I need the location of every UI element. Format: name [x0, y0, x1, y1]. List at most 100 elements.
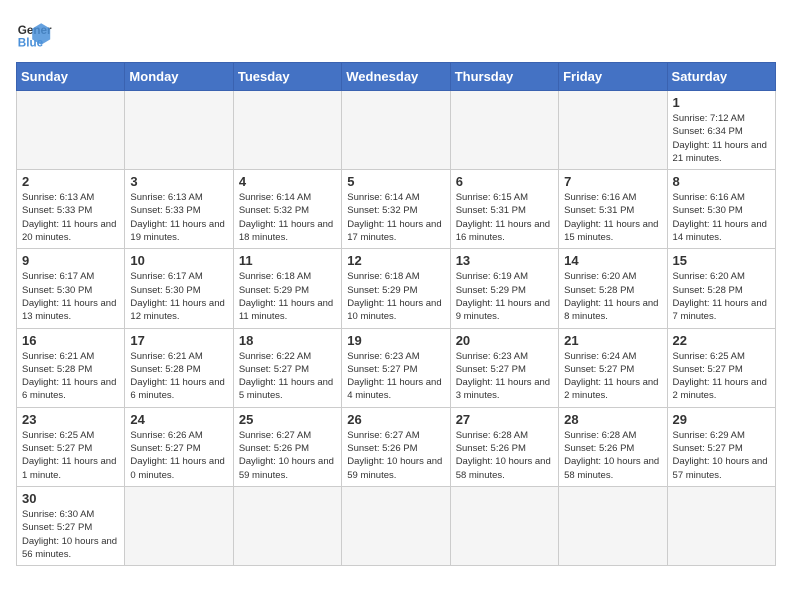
day-info: Sunrise: 6:28 AM Sunset: 5:26 PM Dayligh… [564, 429, 661, 482]
day-info: Sunrise: 6:21 AM Sunset: 5:28 PM Dayligh… [22, 350, 119, 403]
day-info: Sunrise: 6:22 AM Sunset: 5:27 PM Dayligh… [239, 350, 336, 403]
calendar-cell: 6Sunrise: 6:15 AM Sunset: 5:31 PM Daylig… [450, 170, 558, 249]
calendar-cell: 10 Sunrise: 6:17 AM Sunset: 5:30 PM Dayli… [125, 249, 233, 328]
calendar-cell: 28 Sunrise: 6:28 AM Sunset: 5:26 PM Dayli… [559, 407, 667, 486]
calendar-cell [450, 91, 558, 170]
day-info: Sunrise: 6:13 AM Sunset: 5:33 PM Dayligh… [130, 191, 227, 244]
day-number: 17 [130, 333, 227, 348]
day-number: 18 [239, 333, 336, 348]
day-number: 15 [673, 253, 770, 268]
day-info: Sunrise: 6:26 AM Sunset: 5:27 PM Dayligh… [130, 429, 227, 482]
weekday-header-wednesday: Wednesday [342, 63, 450, 91]
calendar-cell: 25 Sunrise: 6:27 AM Sunset: 5:26 PM Dayli… [233, 407, 341, 486]
day-info: Sunrise: 6:28 AM Sunset: 5:26 PM Dayligh… [456, 429, 553, 482]
day-info: Sunrise: 6:16 AM Sunset: 5:30 PM Dayligh… [673, 191, 770, 244]
day-info: Sunrise: 6:29 AM Sunset: 5:27 PM Dayligh… [673, 429, 770, 482]
calendar-cell: 4 Sunrise: 6:14 AM Sunset: 5:32 PM Daylig… [233, 170, 341, 249]
day-number: 3 [130, 174, 227, 189]
calendar-cell [233, 91, 341, 170]
day-info: Sunrise: 6:18 AM Sunset: 5:29 PM Dayligh… [347, 270, 444, 323]
calendar-cell: 29Sunrise: 6:29 AM Sunset: 5:27 PM Dayli… [667, 407, 775, 486]
calendar-cell [667, 486, 775, 565]
day-number: 2 [22, 174, 119, 189]
day-number: 16 [22, 333, 119, 348]
calendar-cell: 2 Sunrise: 6:13 AM Sunset: 5:33 PM Daylig… [17, 170, 125, 249]
day-number: 12 [347, 253, 444, 268]
day-info: Sunrise: 6:27 AM Sunset: 5:26 PM Dayligh… [347, 429, 444, 482]
day-number: 23 [22, 412, 119, 427]
day-info: Sunrise: 6:23 AM Sunset: 5:27 PM Dayligh… [456, 350, 553, 403]
calendar-week-1: 1Sunrise: 7:12 AM Sunset: 6:34 PM Daylig… [17, 91, 776, 170]
day-number: 5 [347, 174, 444, 189]
day-number: 20 [456, 333, 553, 348]
day-info: Sunrise: 6:17 AM Sunset: 5:30 PM Dayligh… [22, 270, 119, 323]
day-info: Sunrise: 6:24 AM Sunset: 5:27 PM Dayligh… [564, 350, 661, 403]
day-number: 28 [564, 412, 661, 427]
day-info: Sunrise: 6:16 AM Sunset: 5:31 PM Dayligh… [564, 191, 661, 244]
day-number: 1 [673, 95, 770, 110]
day-number: 7 [564, 174, 661, 189]
calendar-cell: 9Sunrise: 6:17 AM Sunset: 5:30 PM Daylig… [17, 249, 125, 328]
calendar-cell: 1Sunrise: 7:12 AM Sunset: 6:34 PM Daylig… [667, 91, 775, 170]
calendar-week-2: 2 Sunrise: 6:13 AM Sunset: 5:33 PM Daylig… [17, 170, 776, 249]
day-info: Sunrise: 6:20 AM Sunset: 5:28 PM Dayligh… [673, 270, 770, 323]
day-number: 14 [564, 253, 661, 268]
day-info: Sunrise: 6:25 AM Sunset: 5:27 PM Dayligh… [22, 429, 119, 482]
calendar-cell: 27Sunrise: 6:28 AM Sunset: 5:26 PM Dayli… [450, 407, 558, 486]
weekday-header-monday: Monday [125, 63, 233, 91]
day-number: 25 [239, 412, 336, 427]
calendar-cell: 21 Sunrise: 6:24 AM Sunset: 5:27 PM Dayli… [559, 328, 667, 407]
calendar-week-5: 23 Sunrise: 6:25 AM Sunset: 5:27 PM Dayli… [17, 407, 776, 486]
day-info: Sunrise: 6:14 AM Sunset: 5:32 PM Dayligh… [347, 191, 444, 244]
day-info: Sunrise: 6:13 AM Sunset: 5:33 PM Dayligh… [22, 191, 119, 244]
calendar-cell [559, 91, 667, 170]
day-number: 21 [564, 333, 661, 348]
header: General Blue [16, 16, 776, 52]
calendar-cell [125, 91, 233, 170]
day-info: Sunrise: 6:14 AM Sunset: 5:32 PM Dayligh… [239, 191, 336, 244]
logo-icon: General Blue [16, 16, 52, 52]
calendar-cell: 17 Sunrise: 6:21 AM Sunset: 5:28 PM Dayli… [125, 328, 233, 407]
calendar-cell: 5 Sunrise: 6:14 AM Sunset: 5:32 PM Daylig… [342, 170, 450, 249]
day-number: 24 [130, 412, 227, 427]
weekday-header-friday: Friday [559, 63, 667, 91]
calendar-cell: 23 Sunrise: 6:25 AM Sunset: 5:27 PM Dayli… [17, 407, 125, 486]
day-number: 4 [239, 174, 336, 189]
day-number: 26 [347, 412, 444, 427]
weekday-header-sunday: Sunday [17, 63, 125, 91]
day-info: Sunrise: 6:20 AM Sunset: 5:28 PM Dayligh… [564, 270, 661, 323]
calendar-cell [450, 486, 558, 565]
calendar-cell [125, 486, 233, 565]
day-number: 8 [673, 174, 770, 189]
calendar-cell: 22 Sunrise: 6:25 AM Sunset: 5:27 PM Dayli… [667, 328, 775, 407]
calendar-cell: 24 Sunrise: 6:26 AM Sunset: 5:27 PM Dayli… [125, 407, 233, 486]
weekday-header-tuesday: Tuesday [233, 63, 341, 91]
day-info: Sunrise: 6:19 AM Sunset: 5:29 PM Dayligh… [456, 270, 553, 323]
calendar-cell [559, 486, 667, 565]
calendar-cell: 20 Sunrise: 6:23 AM Sunset: 5:27 PM Dayli… [450, 328, 558, 407]
calendar-cell [233, 486, 341, 565]
day-number: 22 [673, 333, 770, 348]
calendar-cell: 14 Sunrise: 6:20 AM Sunset: 5:28 PM Dayli… [559, 249, 667, 328]
calendar-cell: 13Sunrise: 6:19 AM Sunset: 5:29 PM Dayli… [450, 249, 558, 328]
weekday-header-saturday: Saturday [667, 63, 775, 91]
calendar-cell: 8 Sunrise: 6:16 AM Sunset: 5:30 PM Daylig… [667, 170, 775, 249]
day-info: Sunrise: 6:21 AM Sunset: 5:28 PM Dayligh… [130, 350, 227, 403]
calendar-cell: 3 Sunrise: 6:13 AM Sunset: 5:33 PM Daylig… [125, 170, 233, 249]
calendar-cell: 19Sunrise: 6:23 AM Sunset: 5:27 PM Dayli… [342, 328, 450, 407]
calendar-cell: 12 Sunrise: 6:18 AM Sunset: 5:29 PM Dayli… [342, 249, 450, 328]
day-info: Sunrise: 6:27 AM Sunset: 5:26 PM Dayligh… [239, 429, 336, 482]
day-info: Sunrise: 6:30 AM Sunset: 5:27 PM Dayligh… [22, 508, 119, 561]
day-info: Sunrise: 6:17 AM Sunset: 5:30 PM Dayligh… [130, 270, 227, 323]
calendar-cell [342, 91, 450, 170]
weekday-header-thursday: Thursday [450, 63, 558, 91]
day-number: 10 [130, 253, 227, 268]
day-number: 30 [22, 491, 119, 506]
logo: General Blue [16, 16, 58, 52]
calendar-cell: 11Sunrise: 6:18 AM Sunset: 5:29 PM Dayli… [233, 249, 341, 328]
day-number: 6 [456, 174, 553, 189]
day-info: Sunrise: 6:25 AM Sunset: 5:27 PM Dayligh… [673, 350, 770, 403]
day-info: Sunrise: 6:18 AM Sunset: 5:29 PM Dayligh… [239, 270, 336, 323]
calendar-cell: 30 Sunrise: 6:30 AM Sunset: 5:27 PM Dayli… [17, 486, 125, 565]
calendar-cell: 18 Sunrise: 6:22 AM Sunset: 5:27 PM Dayli… [233, 328, 341, 407]
